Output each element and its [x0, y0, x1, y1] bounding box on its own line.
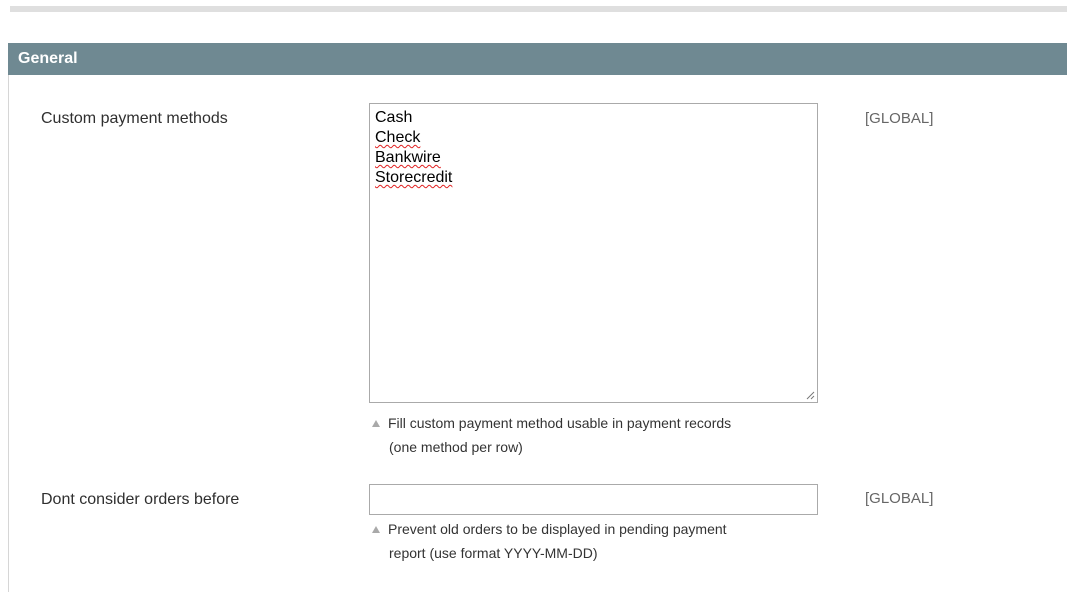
fieldset-header-general[interactable]: General — [8, 43, 1067, 75]
note-text-line1: Fill custom payment method usable in pay… — [388, 415, 732, 431]
scope-global-badge: [GLOBAL] — [865, 490, 934, 507]
note-text-line1: Prevent old orders to be displayed in pe… — [388, 521, 727, 537]
payment-method-line: Storecredit — [375, 169, 453, 186]
section-title: General — [18, 50, 78, 67]
resize-grip-icon[interactable] — [805, 390, 815, 400]
orders-before-note: Prevent old orders to be displayed in pe… — [372, 517, 832, 565]
orders-before-date-input[interactable] — [369, 484, 818, 515]
payment-method-line: Check — [375, 129, 421, 146]
note-text-line2: (one method per row) — [389, 439, 523, 455]
custom-payment-methods-textarea[interactable]: Cash Check Bankwire Storecredit — [369, 103, 818, 403]
note-text-line2: report (use format YYYY-MM-DD) — [389, 545, 598, 561]
custom-payment-methods-label: Custom payment methods — [41, 110, 228, 127]
triangle-up-icon — [372, 526, 380, 533]
payment-method-line: Cash — [375, 109, 413, 126]
triangle-up-icon — [372, 420, 380, 427]
scope-global-badge: [GLOBAL] — [865, 110, 934, 127]
top-divider — [10, 6, 1067, 12]
orders-before-label: Dont consider orders before — [41, 491, 240, 508]
payment-method-line: Bankwire — [375, 149, 441, 166]
payment-methods-note: Fill custom payment method usable in pay… — [372, 411, 832, 459]
